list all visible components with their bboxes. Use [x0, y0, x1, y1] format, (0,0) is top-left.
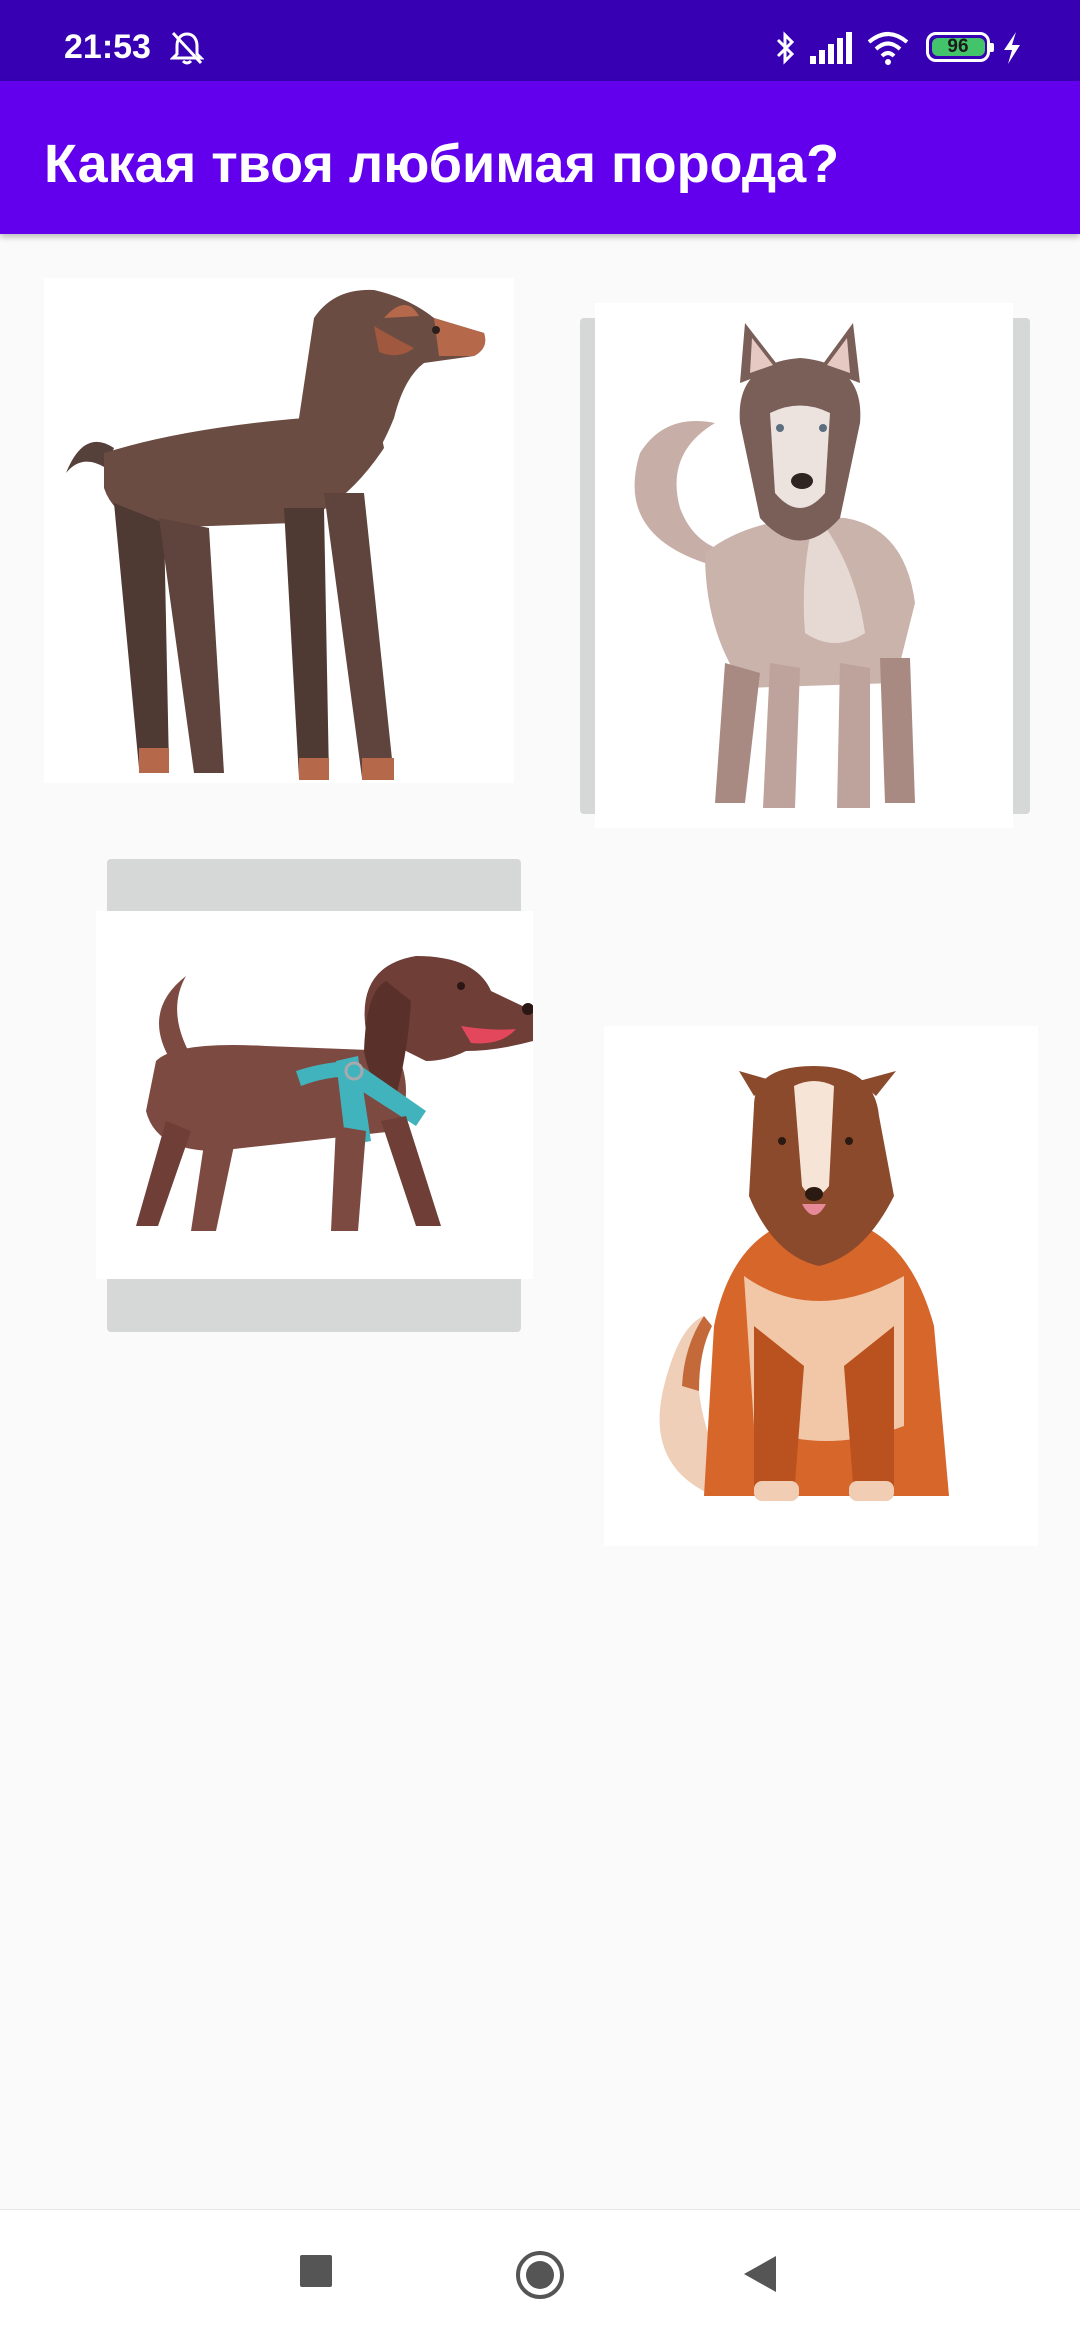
dachshund-image	[96, 911, 533, 1279]
breed-card-collie[interactable]	[604, 1026, 1038, 1546]
signal-icon	[810, 32, 852, 64]
status-time: 21:53	[64, 28, 151, 66]
navigation-bar	[0, 2209, 1080, 2341]
wifi-icon	[866, 30, 910, 66]
home-icon[interactable]	[514, 2249, 566, 2301]
doberman-image	[44, 278, 514, 783]
battery-tip	[990, 43, 994, 52]
status-bar: 21:53 96	[0, 0, 1080, 81]
collie-image	[604, 1026, 1038, 1546]
charging-icon	[1000, 30, 1024, 66]
breed-card-doberman[interactable]	[44, 278, 514, 783]
page-title: Какая твоя любимая порода?	[44, 134, 840, 194]
bell-off-icon	[169, 30, 205, 66]
app-bar: Какая твоя любимая порода?	[0, 81, 1080, 234]
battery-icon: 96	[926, 32, 994, 62]
breed-card-husky[interactable]	[595, 303, 1013, 828]
husky-image	[595, 303, 1013, 828]
breed-card-dachshund[interactable]	[96, 911, 533, 1279]
bluetooth-icon	[774, 30, 798, 66]
recent-apps-icon[interactable]	[300, 2255, 332, 2287]
battery-level: 96	[947, 36, 969, 57]
back-icon[interactable]	[742, 2254, 778, 2294]
